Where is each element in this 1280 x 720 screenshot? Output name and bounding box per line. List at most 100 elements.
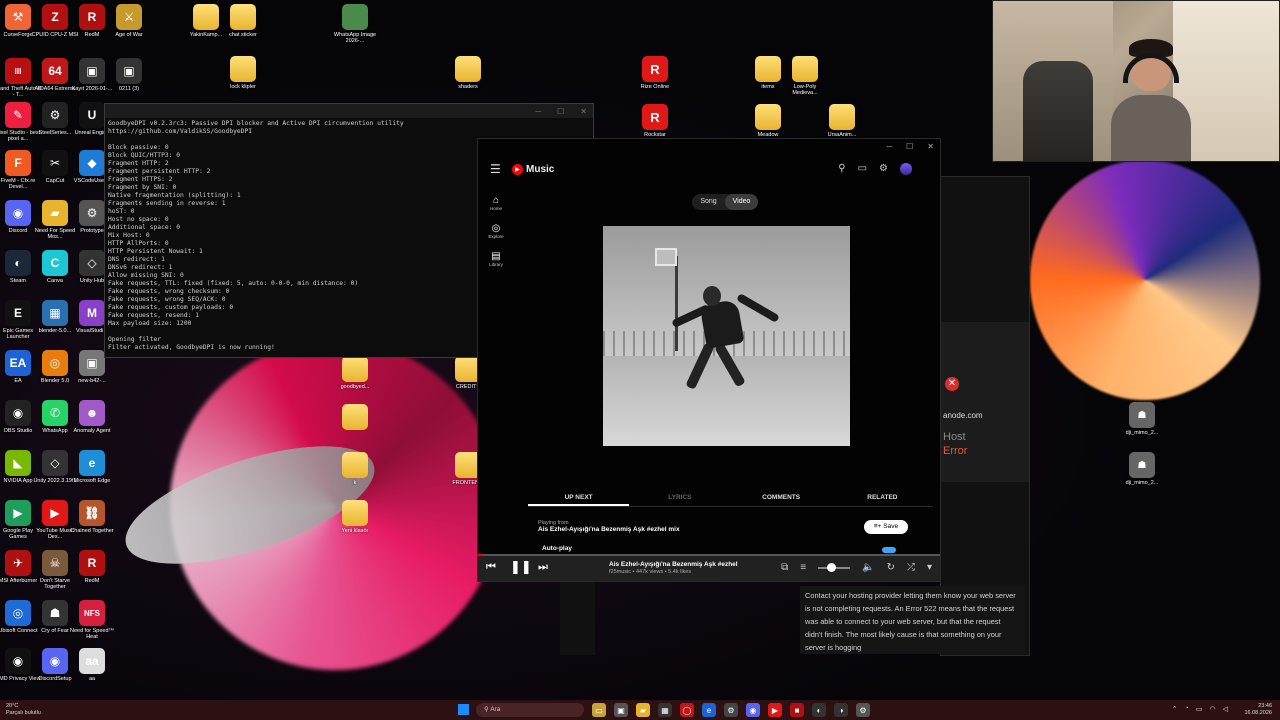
taskbar-app-icon[interactable]: ▣	[614, 703, 628, 717]
desktop-icon[interactable]: e Microsoft Edge	[68, 450, 116, 484]
desktop-icon[interactable]: shaders	[444, 56, 492, 90]
taskbar-clock[interactable]: 23:46 16.08.2026	[1244, 703, 1272, 716]
pause-icon[interactable]: ❚❚	[510, 559, 532, 575]
desktop-icon[interactable]: R Rockstar	[631, 104, 679, 138]
wifi-icon[interactable]: ◠	[1210, 705, 1216, 713]
browser-window-behind[interactable]: ✕ anode.com Host Error	[940, 176, 1030, 656]
desktop-icon[interactable]: Low-Poly Medieva...	[781, 56, 829, 96]
desktop-icon[interactable]: ⚔ Age of War	[105, 4, 153, 38]
maximize-button[interactable]: ☐	[906, 142, 913, 151]
console-titlebar[interactable]: ─ ☐ ✕	[105, 104, 593, 118]
taskbar-app-icon[interactable]: ▭	[592, 703, 606, 717]
steam-icon[interactable]: ◑	[834, 703, 848, 717]
desktop-icon-image: ⚔	[116, 4, 142, 30]
youtube-music-icon[interactable]: ▶	[768, 703, 782, 717]
taskbar-app-icon[interactable]: ◐	[812, 703, 826, 717]
close-button[interactable]: ✕	[927, 142, 934, 151]
cam-person-body	[1111, 95, 1191, 161]
song-toggle-button[interactable]: Song	[692, 194, 725, 210]
desktop-icon-image: E	[5, 300, 31, 326]
taskbar-app-icon[interactable]: ▦	[658, 703, 672, 717]
playlist-title[interactable]: Ais Ezhel-Ayışığı'na Bezenmiş Aşk #ezhel…	[538, 526, 680, 533]
mini-player-icon[interactable]: ⧉	[781, 562, 788, 573]
chevron-up-icon[interactable]: ⌃	[1172, 705, 1178, 713]
shuffle-icon[interactable]: ⤮	[907, 562, 915, 573]
taskbar-app-icon[interactable]: ■	[790, 703, 804, 717]
tab-lyrics[interactable]: LYRICS	[629, 489, 730, 506]
desktop-icon-image: e	[79, 450, 105, 476]
edge-icon[interactable]: e	[702, 703, 716, 717]
start-button[interactable]	[458, 704, 469, 715]
folder-icon[interactable]: ▰	[636, 703, 650, 717]
taskbar: 20°C Parçalı bulutlu ⚲ Ara ▭ ▣ ▰ ▦ ◯ e ⚙…	[0, 700, 1280, 720]
desktop-icon-label: Anomaly Agent	[73, 428, 111, 434]
desktop-icon[interactable]: Yeni klasör	[331, 500, 379, 534]
volume-slider[interactable]	[818, 562, 851, 572]
minimize-button[interactable]: ─	[535, 107, 541, 116]
desktop-icon[interactable]: WhatsApp Image 2026-...	[331, 4, 379, 44]
avatar[interactable]	[900, 163, 912, 175]
video-player[interactable]	[603, 226, 850, 446]
volume-knob[interactable]	[826, 562, 836, 572]
nav-library[interactable]: ▤ Library	[486, 251, 506, 267]
desktop-icon-image	[755, 56, 781, 82]
minimize-button[interactable]: ─	[886, 142, 892, 151]
taskbar-app-icon[interactable]: ⚙	[724, 703, 738, 717]
desktop-icon[interactable]: k	[331, 452, 379, 486]
expand-icon[interactable]: ▾	[927, 562, 932, 573]
youtube-music-window[interactable]: ─ ☐ ✕ ☰ ▶ Music ⚲ ▭ ⚙ ⌂ Home ◎ Explore ▤…	[477, 138, 941, 582]
track-title[interactable]: Ais Ezhel-Ayışığı'na Bezenmiş Aşk #ezhel	[609, 561, 738, 568]
desktop-icon[interactable]: goodbyed...	[331, 356, 379, 390]
taskbar-search[interactable]: ⚲ Ara	[476, 703, 584, 717]
taskbar-app-icon[interactable]: ⚙	[856, 703, 870, 717]
desktop-icon[interactable]: R Rize Online	[631, 56, 679, 90]
video-toggle-button[interactable]: Video	[725, 194, 758, 210]
discord-icon[interactable]: ◉	[746, 703, 760, 717]
ytm-titlebar[interactable]: ─ ☐ ✕	[478, 139, 940, 153]
desktop-icon-image: ✎	[5, 102, 31, 128]
next-icon[interactable]: ⏭	[538, 561, 548, 574]
desktop-icon[interactable]: R RedM	[68, 550, 116, 584]
nav-explore-label: Explore	[488, 234, 504, 239]
desktop-icon[interactable]: lock klipler	[219, 56, 267, 90]
queue-icon[interactable]: ≡	[800, 562, 806, 573]
network-icon[interactable]: ◔	[1185, 705, 1189, 713]
ytm-logo[interactable]: ▶ Music	[512, 163, 554, 175]
volume-icon[interactable]: ◁	[1223, 705, 1228, 713]
repeat-icon[interactable]: ↻	[887, 562, 895, 573]
desktop-icon-label: 0211 (3)	[118, 86, 140, 92]
cast-icon[interactable]: ▭	[858, 163, 867, 175]
maximize-button[interactable]: ☐	[557, 107, 564, 116]
gear-icon[interactable]: ⚙	[879, 163, 888, 175]
desktop-icon[interactable]: chat sticker	[219, 4, 267, 38]
tab-up-next[interactable]: UP NEXT	[528, 489, 630, 506]
desktop-icon[interactable]: aa aa	[68, 648, 116, 682]
weather-widget[interactable]: 20°C Parçalı bulutlu	[6, 703, 41, 716]
desktop-icon-image	[792, 56, 818, 82]
desktop-icon[interactable]: ☻ Anomaly Agent	[68, 400, 116, 434]
desktop-icon[interactable]: ⛓ Chained Together	[68, 500, 116, 534]
desktop-icon[interactable]: ☗ dji_mimo_2...	[1118, 452, 1166, 486]
progress-bar[interactable]	[478, 554, 940, 556]
close-button[interactable]: ✕	[580, 107, 587, 116]
previous-icon[interactable]: ⏮	[486, 561, 496, 574]
tab-comments[interactable]: COMMENTS	[731, 489, 832, 506]
desktop-icon[interactable]: UrsaAnim...	[818, 104, 866, 138]
desktop-icon[interactable]: NFS Need for Speed™ Heat	[68, 600, 116, 640]
hamburger-menu-icon[interactable]: ☰	[490, 162, 506, 176]
search-icon[interactable]: ⚲	[838, 163, 845, 175]
autoplay-toggle[interactable]	[882, 547, 896, 553]
desktop-icon[interactable]	[331, 404, 379, 432]
desktop-icon[interactable]: ☗ dji_mimo_2...	[1118, 402, 1166, 436]
save-button[interactable]: ≡+ Save	[864, 520, 908, 534]
desktop-icon[interactable]: Meadow	[744, 104, 792, 138]
battery-icon[interactable]: ▭	[1196, 705, 1203, 713]
tab-related[interactable]: RELATED	[832, 489, 933, 506]
nav-explore[interactable]: ◎ Explore	[486, 223, 506, 239]
volume-icon[interactable]: 🔈	[862, 562, 874, 573]
nav-home[interactable]: ⌂ Home	[486, 195, 506, 211]
taskbar-app-icon[interactable]: ◯	[680, 703, 694, 717]
error-host-label: Host	[943, 431, 966, 443]
error-description: Contact your hosting provider letting th…	[800, 586, 1025, 654]
desktop-icon[interactable]: ▣ 0211 (3)	[105, 58, 153, 92]
